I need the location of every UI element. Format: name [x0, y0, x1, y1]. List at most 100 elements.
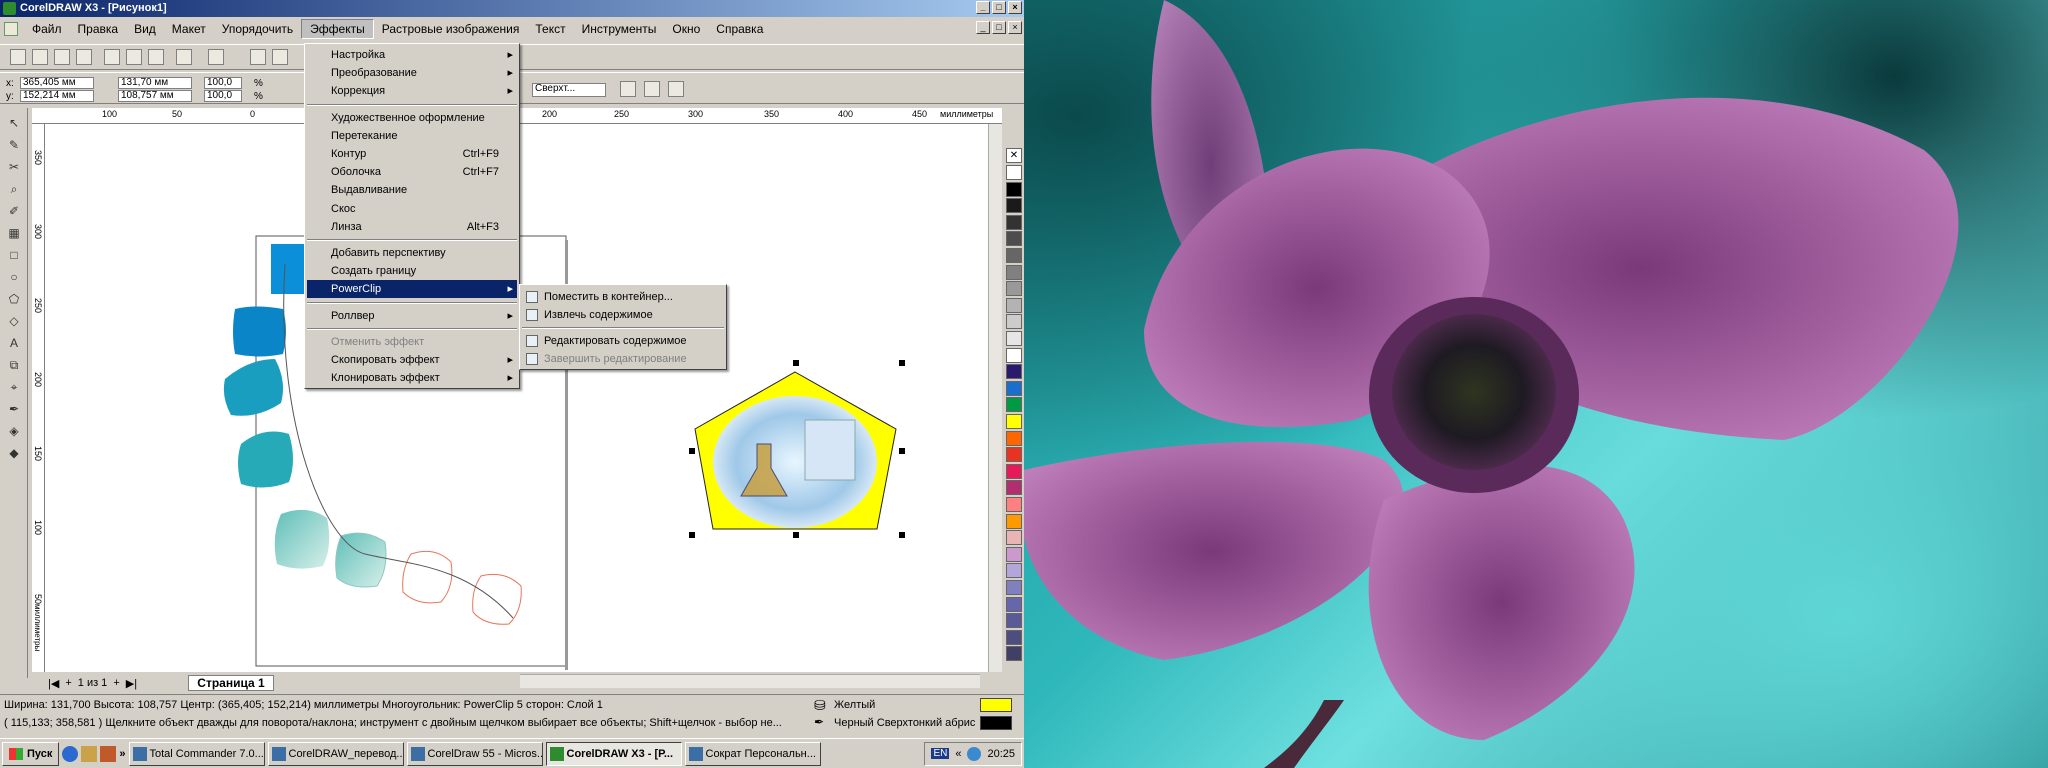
- new-icon[interactable]: [10, 49, 26, 65]
- redo-icon[interactable]: [208, 49, 224, 65]
- menu-file[interactable]: Файл: [24, 20, 70, 38]
- add-page-button[interactable]: +: [65, 677, 71, 689]
- blend-shape[interactable]: [233, 306, 286, 357]
- effects-menu-item[interactable]: Скос: [307, 200, 517, 218]
- color-swatch[interactable]: [1006, 613, 1022, 629]
- paste-icon[interactable]: [148, 49, 164, 65]
- shape-tool-icon[interactable]: ✎: [4, 136, 24, 154]
- rectangle-tool-icon[interactable]: □: [4, 246, 24, 264]
- print-icon[interactable]: [76, 49, 92, 65]
- menu-text[interactable]: Текст: [527, 20, 573, 38]
- color-swatch[interactable]: [1006, 165, 1022, 180]
- color-swatch[interactable]: [1006, 580, 1022, 595]
- zoom-tool-icon[interactable]: ⌕: [4, 180, 24, 198]
- first-page-button[interactable]: |◀: [48, 677, 59, 690]
- no-color-swatch[interactable]: ✕: [1006, 148, 1022, 163]
- close-button[interactable]: ×: [1008, 1, 1022, 14]
- doc-close-button[interactable]: ×: [1008, 21, 1022, 34]
- fill-tool-icon[interactable]: ◈: [4, 422, 24, 440]
- next-page-button[interactable]: +: [113, 677, 119, 689]
- blend-shape[interactable]: [274, 509, 330, 569]
- menu-help[interactable]: Справка: [708, 20, 771, 38]
- vertical-scrollbar[interactable]: [988, 124, 1002, 672]
- color-swatch[interactable]: [1006, 563, 1022, 579]
- color-swatch[interactable]: [1006, 331, 1022, 346]
- language-indicator[interactable]: EN: [931, 748, 950, 759]
- blend-shape[interactable]: [271, 244, 305, 294]
- effects-menu-item[interactable]: Преобразование ▸: [307, 64, 517, 82]
- blend-shape[interactable]: [335, 532, 387, 588]
- scale-y-field[interactable]: 100,0: [204, 90, 242, 102]
- wrap-icon[interactable]: [620, 81, 636, 97]
- save-icon[interactable]: [54, 49, 70, 65]
- export-icon[interactable]: [272, 49, 288, 65]
- color-swatch[interactable]: [1006, 364, 1022, 380]
- cut-icon[interactable]: [104, 49, 120, 65]
- basic-shapes-icon[interactable]: ◇: [4, 312, 24, 330]
- color-swatch[interactable]: [1006, 231, 1022, 247]
- tray-expand-icon[interactable]: «: [955, 748, 961, 760]
- effects-menu-item[interactable]: Роллвер ▸: [307, 307, 517, 325]
- pick-tool-icon[interactable]: ↖: [4, 114, 24, 132]
- effects-menu-item[interactable]: Настройка ▸: [307, 46, 517, 64]
- freehand-tool-icon[interactable]: ✐: [4, 202, 24, 220]
- menu-bitmaps[interactable]: Растровые изображения: [374, 20, 528, 38]
- color-swatch[interactable]: [1006, 497, 1022, 512]
- quick-launch-desktop-icon[interactable]: [81, 745, 98, 762]
- color-swatch[interactable]: [1006, 530, 1022, 546]
- ellipse-tool-icon[interactable]: ○: [4, 268, 24, 286]
- outline-icon[interactable]: [644, 81, 660, 97]
- task-button-active[interactable]: CorelDRAW X3 - [Р...: [545, 741, 682, 766]
- color-swatch[interactable]: [1006, 248, 1022, 263]
- color-swatch[interactable]: [1006, 264, 1022, 280]
- interactive-fill-icon[interactable]: ◆: [4, 444, 24, 462]
- color-swatch[interactable]: [1006, 214, 1022, 230]
- powerclip-menu-item[interactable]: Редактировать содержимое: [522, 332, 724, 350]
- outline-tool-icon[interactable]: ✒: [4, 400, 24, 418]
- color-swatch[interactable]: [1006, 198, 1022, 214]
- scale-x-field[interactable]: 100,0: [204, 77, 242, 89]
- maximize-button[interactable]: □: [992, 1, 1006, 14]
- blend-shape[interactable]: [238, 431, 293, 488]
- menu-view[interactable]: Вид: [126, 20, 164, 38]
- task-button[interactable]: CorelDRAW_перевод...: [267, 741, 404, 766]
- text-tool-icon[interactable]: A: [4, 334, 24, 352]
- y-position-field[interactable]: 152,214 мм: [20, 90, 94, 102]
- color-swatch[interactable]: [1006, 181, 1022, 197]
- quick-launch-more-icon[interactable]: »: [119, 748, 125, 760]
- menu-edit[interactable]: Правка: [70, 20, 127, 38]
- effects-menu-item[interactable]: Клонировать эффект ▸: [307, 369, 517, 387]
- height-field[interactable]: 108,757 мм: [118, 90, 192, 102]
- color-swatch[interactable]: [1006, 629, 1022, 645]
- color-swatch[interactable]: [1006, 397, 1022, 413]
- color-swatch[interactable]: [1006, 380, 1022, 396]
- color-swatch[interactable]: [1006, 463, 1022, 479]
- effects-menu-item[interactable]: PowerClip ▸: [307, 280, 517, 299]
- doc-minimize-button[interactable]: _: [976, 21, 990, 34]
- effects-menu-item[interactable]: Скопировать эффект ▸: [307, 351, 517, 369]
- target-icon[interactable]: [668, 81, 684, 97]
- color-swatch[interactable]: [1006, 546, 1022, 562]
- doc-restore-button[interactable]: □: [992, 21, 1006, 34]
- powerclip-menu-item[interactable]: Поместить в контейнер...: [522, 288, 724, 306]
- color-swatch[interactable]: [1006, 314, 1022, 330]
- task-button[interactable]: Total Commander 7.0...: [128, 741, 265, 766]
- color-swatch[interactable]: [1006, 513, 1022, 529]
- interactive-blend-icon[interactable]: ⧉: [4, 356, 24, 374]
- quick-launch-ie-icon[interactable]: [62, 745, 79, 762]
- eyedropper-tool-icon[interactable]: ⌖: [4, 378, 24, 396]
- effects-menu-item[interactable]: Контур Ctrl+F9: [307, 145, 517, 163]
- powerclip-menu-item[interactable]: Извлечь содержимое: [522, 306, 724, 324]
- import-icon[interactable]: [250, 49, 266, 65]
- task-button[interactable]: Сократ Персональн...: [684, 741, 821, 766]
- doc-icon[interactable]: [4, 22, 18, 36]
- color-swatch[interactable]: [1006, 414, 1022, 429]
- horizontal-scrollbar[interactable]: [520, 674, 980, 688]
- color-swatch[interactable]: [1006, 297, 1022, 313]
- color-swatch[interactable]: [1006, 646, 1022, 662]
- menu-tools[interactable]: Инструменты: [574, 20, 665, 38]
- outline-swatch[interactable]: [980, 716, 1012, 730]
- task-button[interactable]: CorelDraw 55 - Micros...: [406, 741, 543, 766]
- last-page-button[interactable]: ▶|: [126, 677, 137, 690]
- effects-menu-item[interactable]: Добавить перспективу: [307, 244, 517, 262]
